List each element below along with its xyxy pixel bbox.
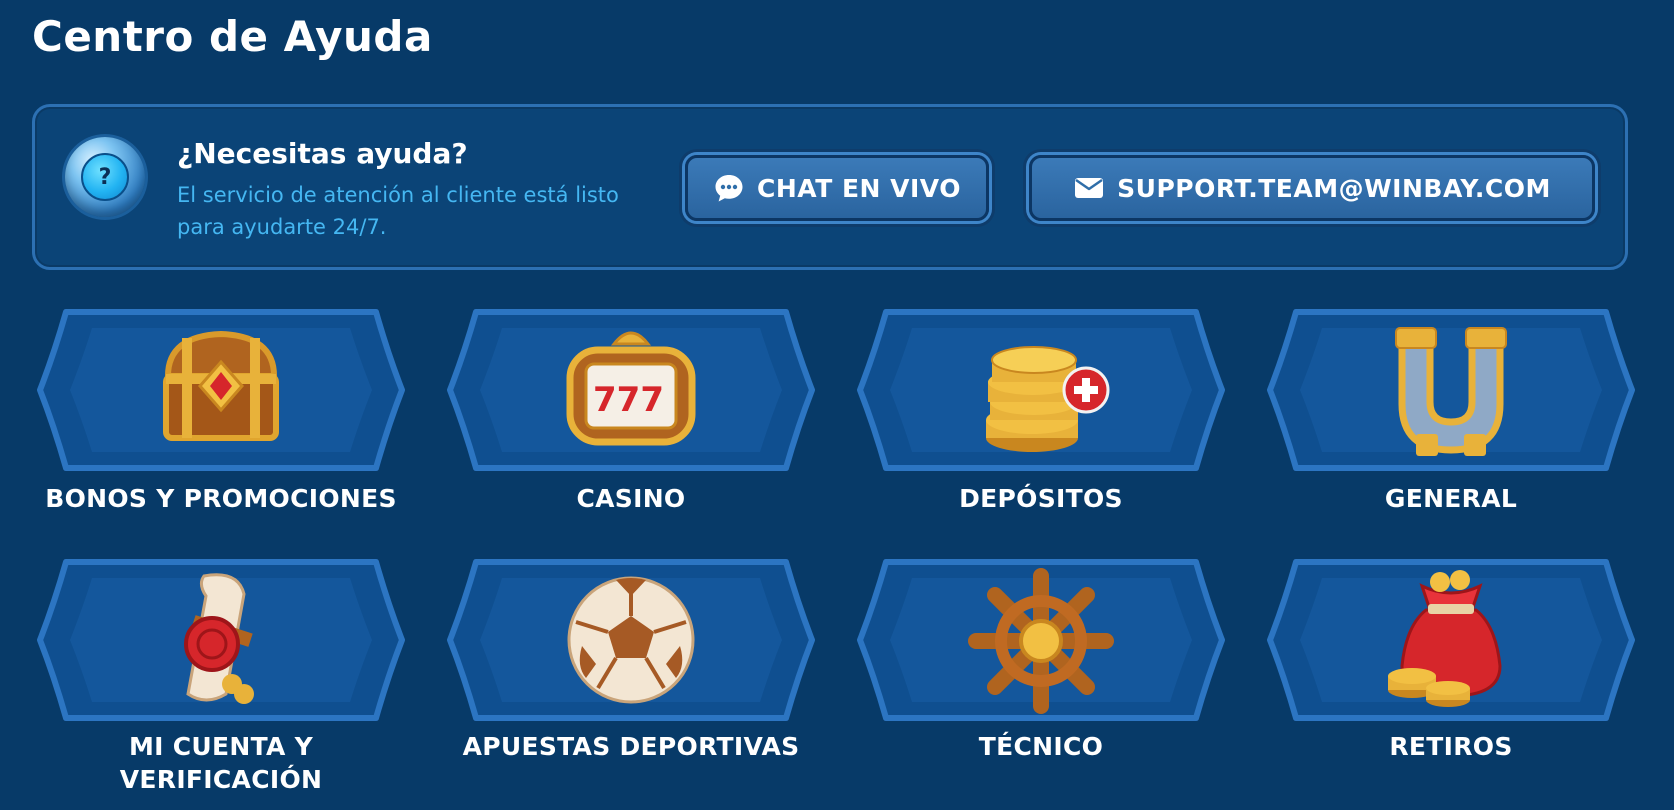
- horseshoe-icon: [1395, 327, 1507, 456]
- svg-text:777: 777: [593, 380, 664, 420]
- category-general[interactable]: GENERAL: [1262, 304, 1640, 554]
- category-label: BONOS Y PROMOCIONES: [45, 484, 397, 513]
- category-tecnico[interactable]: TÉCNICO: [852, 554, 1230, 804]
- category-label: DEPÓSITOS: [959, 484, 1123, 513]
- scroll-seal-icon: [184, 573, 254, 704]
- treasure-chest-icon: [163, 330, 279, 441]
- money-bag-icon: [1388, 570, 1502, 707]
- category-retiros[interactable]: RETIROS: [1262, 554, 1640, 804]
- coin-stack-icon: [986, 346, 1110, 452]
- category-depositos[interactable]: DEPÓSITOS: [852, 304, 1230, 554]
- category-label: TÉCNICO: [978, 732, 1104, 761]
- category-label: RETIROS: [1389, 732, 1513, 761]
- live-chat-label: CHAT EN VIVO: [757, 173, 961, 203]
- category-label: MI CUENTA Y VERIFICACIÓN: [119, 732, 323, 794]
- category-label: APUESTAS DEPORTIVAS: [462, 732, 800, 761]
- page-title: Centro de Ayuda: [32, 12, 433, 61]
- help-panel: ? ¿Necesitas ayuda? El servicio de atenc…: [32, 104, 1628, 270]
- help-title: ¿Necesitas ayuda?: [177, 137, 468, 170]
- envelope-icon: [1075, 178, 1104, 198]
- email-support-button[interactable]: SUPPORT.TEAM@WINBAY.COM: [1029, 155, 1595, 221]
- help-description: El servicio de atención al cliente está …: [177, 183, 619, 239]
- question-mark: ?: [81, 153, 129, 201]
- category-bonos-promociones[interactable]: BONOS Y PROMOCIONES: [32, 304, 410, 554]
- help-center-page: Centro de Ayuda ? ¿Necesitas ayuda? El s…: [0, 0, 1674, 810]
- category-apuestas-deportivas[interactable]: APUESTAS DEPORTIVAS: [442, 554, 820, 804]
- email-support-label: SUPPORT.TEAM@WINBAY.COM: [1117, 173, 1551, 203]
- category-label: GENERAL: [1384, 484, 1518, 513]
- ship-wheel-icon: [968, 568, 1114, 714]
- chat-bubble-icon: [715, 175, 743, 202]
- soccer-ball-icon: [567, 576, 695, 704]
- category-casino[interactable]: 777 CASINO: [442, 304, 820, 554]
- live-chat-button[interactable]: CHAT EN VIVO: [685, 155, 989, 221]
- category-label: CASINO: [576, 484, 686, 513]
- slot-machine-icon: 777: [566, 331, 696, 446]
- category-mi-cuenta-verificacion[interactable]: MI CUENTA Y VERIFICACIÓN: [32, 554, 410, 804]
- help-question-icon: ?: [65, 137, 145, 217]
